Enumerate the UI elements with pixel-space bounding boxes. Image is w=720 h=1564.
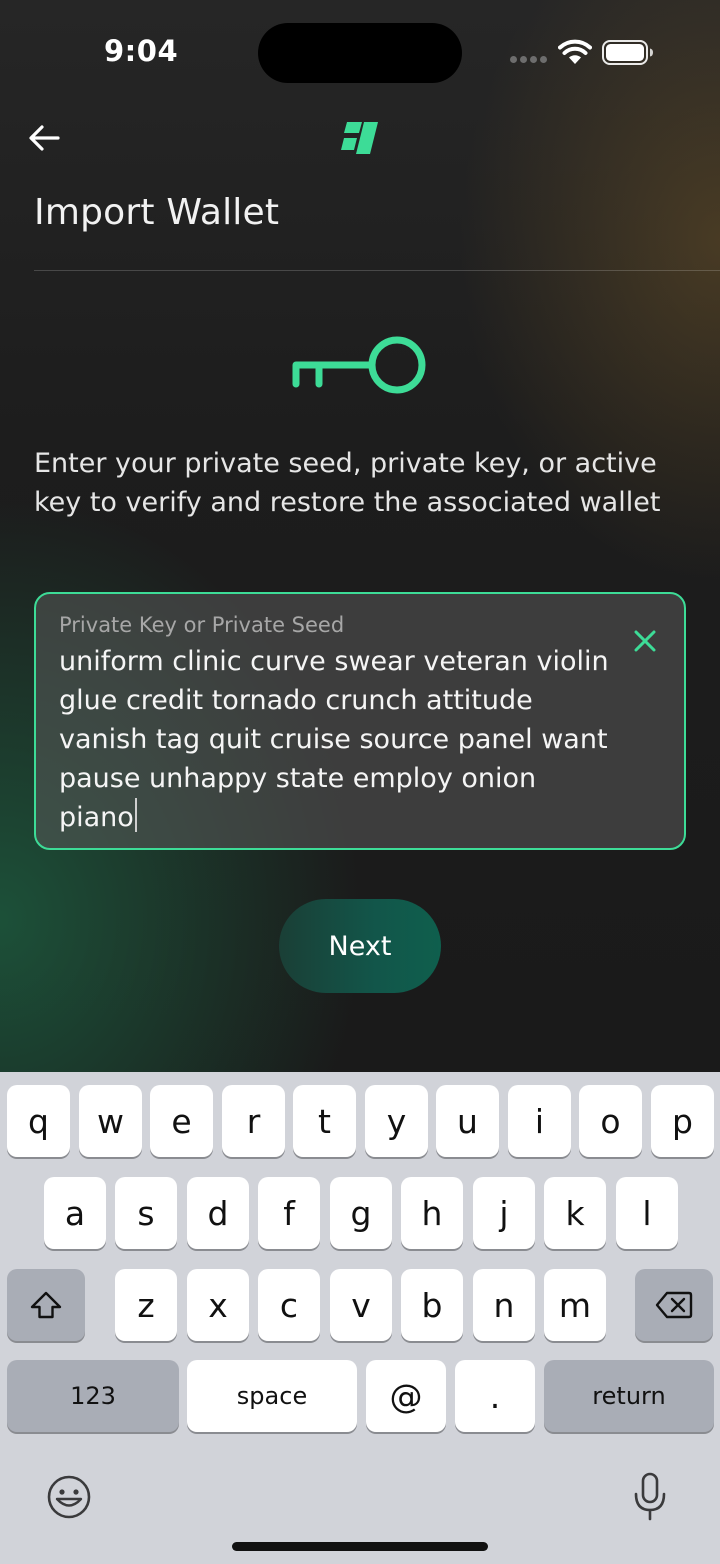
key-a[interactable]: a <box>44 1177 106 1249</box>
key-n[interactable]: n <box>473 1269 535 1341</box>
key-l[interactable]: l <box>616 1177 678 1249</box>
header-divider <box>34 270 720 271</box>
numbers-key[interactable]: 123 <box>7 1360 179 1432</box>
emoji-icon[interactable] <box>46 1474 92 1520</box>
key-g[interactable]: g <box>330 1177 392 1249</box>
battery-icon <box>602 40 653 65</box>
arrow-left-icon <box>29 125 60 151</box>
key-r[interactable]: r <box>222 1085 285 1157</box>
return-key[interactable]: return <box>544 1360 714 1432</box>
key-j[interactable]: j <box>473 1177 535 1249</box>
key-b[interactable]: b <box>401 1269 463 1341</box>
input-value: uniform clinic curve swear veteran violi… <box>59 646 618 833</box>
input-label: Private Key or Private Seed <box>59 613 345 637</box>
key-o[interactable]: o <box>579 1085 642 1157</box>
delete-key[interactable] <box>635 1269 713 1341</box>
key-w[interactable]: w <box>79 1085 142 1157</box>
space-key[interactable]: space <box>187 1360 357 1432</box>
shift-icon <box>30 1291 62 1319</box>
cellular-signal-icon <box>510 56 548 64</box>
private-key-input[interactable]: Private Key or Private Seed uniform clin… <box>34 592 686 850</box>
key-m[interactable]: m <box>544 1269 606 1341</box>
key-k[interactable]: k <box>544 1177 606 1249</box>
text-caret <box>134 798 137 832</box>
key-x[interactable]: x <box>187 1269 249 1341</box>
key-q[interactable]: q <box>7 1085 70 1157</box>
key-p[interactable]: p <box>651 1085 714 1157</box>
key-f[interactable]: f <box>258 1177 320 1249</box>
dynamic-island <box>258 23 462 83</box>
next-button[interactable]: Next <box>279 899 441 993</box>
input-value-container[interactable]: uniform clinic curve swear veteran violi… <box>59 642 614 837</box>
clear-icon[interactable] <box>632 628 658 654</box>
backspace-icon <box>655 1291 693 1319</box>
back-button[interactable] <box>24 118 64 158</box>
shift-key[interactable] <box>7 1269 85 1341</box>
page-title: Import Wallet <box>34 192 280 233</box>
key-y[interactable]: y <box>365 1085 428 1157</box>
at-key[interactable]: @ <box>366 1360 446 1432</box>
key-h[interactable]: h <box>401 1177 463 1249</box>
status-time: 9:04 <box>104 34 179 68</box>
keyboard: q w e r t y u i o p a s d f g h j k l z … <box>0 1072 720 1564</box>
key-c[interactable]: c <box>258 1269 320 1341</box>
key-z[interactable]: z <box>115 1269 177 1341</box>
app-screen: 9:04 Import Wallet Enter your private se… <box>0 0 720 1072</box>
key-v[interactable]: v <box>330 1269 392 1341</box>
key-i[interactable]: i <box>508 1085 571 1157</box>
home-indicator[interactable] <box>232 1542 488 1551</box>
instructions-text: Enter your private seed, private key, or… <box>34 448 661 518</box>
wifi-icon <box>558 39 592 64</box>
key-t[interactable]: t <box>293 1085 356 1157</box>
key-icon <box>292 336 426 394</box>
key-d[interactable]: d <box>187 1177 249 1249</box>
key-u[interactable]: u <box>436 1085 499 1157</box>
key-s[interactable]: s <box>115 1177 177 1249</box>
key-e[interactable]: e <box>150 1085 213 1157</box>
microphone-icon[interactable] <box>632 1472 668 1522</box>
brand-logo-icon <box>341 122 378 154</box>
dot-key[interactable]: . <box>455 1360 535 1432</box>
